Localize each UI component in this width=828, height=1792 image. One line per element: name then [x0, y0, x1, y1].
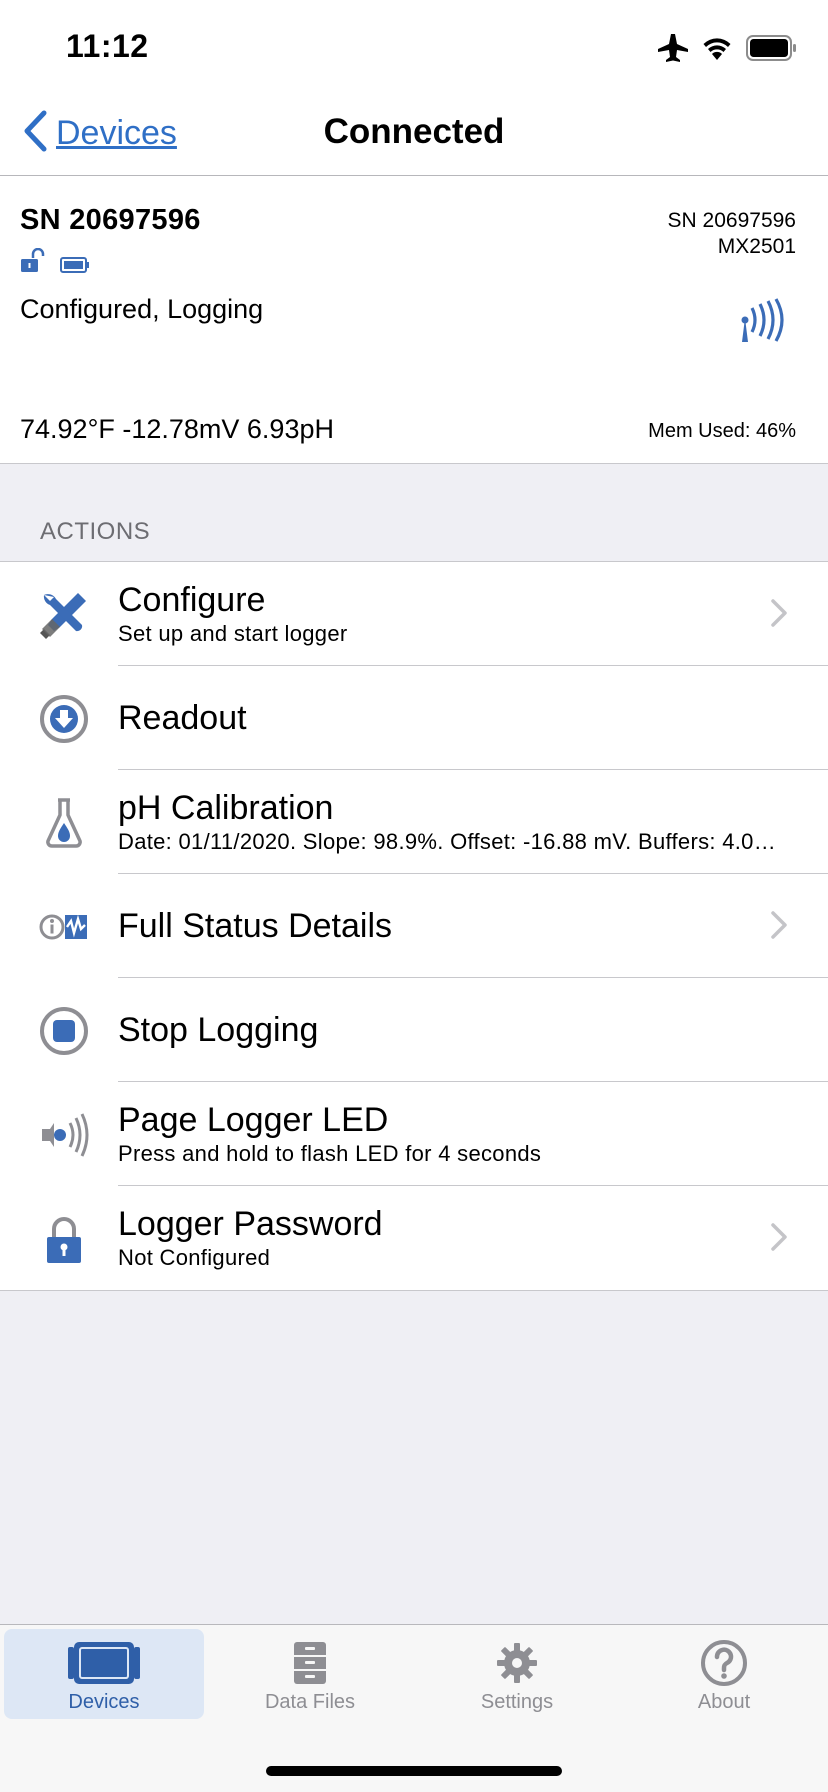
tab-label: Settings [480, 1691, 554, 1713]
sensor-readings: 74.92°F -12.78mV 6.93pH [20, 414, 334, 444]
page-title: Connected [323, 112, 505, 151]
device-serial-title: SN 20697596 [20, 204, 201, 236]
tab-devices[interactable]: Devices [4, 1629, 204, 1719]
action-title: Readout [118, 699, 247, 737]
action-title: Configure [118, 581, 266, 619]
gear-icon [417, 1635, 617, 1691]
action-configure-text: Configure Set up and start logger [118, 562, 788, 666]
action-readout[interactable]: Readout [0, 666, 828, 770]
wrench-screwdriver-icon [34, 588, 94, 642]
action-full-status-details[interactable]: Full Status Details [0, 874, 828, 978]
device-serial: SN 20697596 [667, 209, 796, 232]
header-area: 11:12 Devices Connected [0, 0, 828, 176]
action-title: Page Logger LED [118, 1101, 389, 1139]
chevron-right-icon [770, 1222, 788, 1257]
tab-label: Data Files [264, 1691, 356, 1713]
device-icon [4, 1635, 204, 1691]
tab-label: Devices [68, 1691, 140, 1713]
action-page-led-text: Page Logger LED Press and hold to flash … [118, 1082, 788, 1186]
action-ph-calibration[interactable]: pH Calibration Date: 01/11/2020. Slope: … [0, 770, 828, 874]
action-ph-calibration-text: pH Calibration Date: 01/11/2020. Slope: … [118, 770, 788, 874]
chevron-right-icon [770, 598, 788, 633]
lock-icon [34, 1212, 94, 1266]
status-time: 11:12 [66, 28, 149, 64]
airplane-icon [658, 34, 688, 67]
info-status-icon [34, 900, 94, 954]
action-title: Full Status Details [118, 907, 392, 945]
status-bar: 11:12 [0, 0, 828, 100]
action-subtitle: Set up and start logger [118, 621, 348, 646]
action-title: Logger Password [118, 1205, 383, 1243]
action-logger-password[interactable]: Logger Password Not Configured [0, 1186, 828, 1290]
action-subtitle: Press and hold to flash LED for 4 second… [118, 1141, 542, 1166]
battery-status-icon [60, 256, 90, 279]
wifi-icon [702, 36, 732, 65]
action-configure[interactable]: Configure Set up and start logger [0, 562, 828, 666]
navigation-bar: Devices Connected [0, 100, 828, 176]
tab-about[interactable]: About [624, 1629, 824, 1719]
action-stop-logging-text: Stop Logging [118, 978, 788, 1082]
led-signal-icon [34, 1108, 94, 1162]
tab-data-files[interactable]: Data Files [210, 1629, 410, 1719]
file-cabinet-icon [210, 1635, 410, 1691]
device-card: SN 20697596 Configured, Logging SN 20697… [0, 176, 828, 464]
action-page-logger-led[interactable]: Page Logger LED Press and hold to flash … [0, 1082, 828, 1186]
action-title: Stop Logging [118, 1011, 319, 1049]
tab-label: About [697, 1691, 751, 1713]
unlocked-icon [20, 247, 46, 279]
device-state-icons [20, 247, 90, 279]
memory-used: Mem Used: 46% [648, 420, 796, 442]
question-icon [624, 1635, 824, 1691]
action-readout-text: Readout [118, 666, 788, 770]
actions-list: Configure Set up and start logger Readou… [0, 562, 828, 1291]
chevron-right-icon [770, 910, 788, 945]
actions-section-header: ACTIONS [0, 464, 828, 562]
device-model: MX2501 [717, 235, 796, 258]
action-logger-password-text: Logger Password Not Configured [118, 1186, 788, 1290]
battery-icon [746, 35, 798, 66]
action-subtitle: Not Configured [118, 1245, 271, 1270]
download-icon [34, 692, 94, 746]
action-subtitle: Date: 01/11/2020. Slope: 98.9%. Offset: … [118, 829, 788, 854]
stop-icon [34, 1004, 94, 1058]
flask-icon [34, 796, 94, 850]
device-info: SN 20697596 MX2501 [668, 208, 796, 260]
device-status: Configured, Logging [20, 294, 264, 324]
signal-strength-icon [736, 298, 790, 347]
status-icons [658, 34, 798, 67]
action-title: pH Calibration [118, 789, 334, 827]
action-stop-logging[interactable]: Stop Logging [0, 978, 828, 1082]
actions-header-label: ACTIONS [40, 518, 151, 545]
tab-settings[interactable]: Settings [417, 1629, 617, 1719]
home-indicator[interactable] [266, 1766, 562, 1776]
action-full-status-text: Full Status Details [118, 874, 788, 978]
